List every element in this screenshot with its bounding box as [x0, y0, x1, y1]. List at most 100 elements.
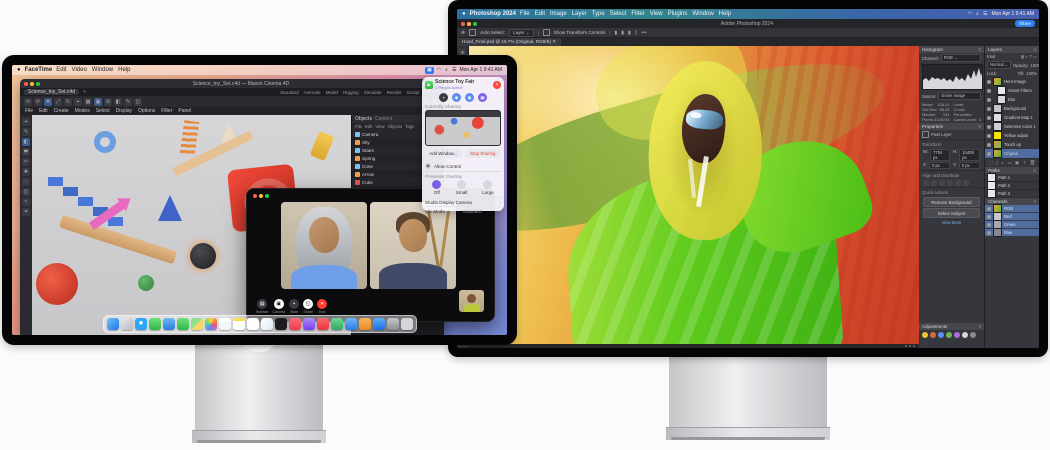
zoom-button[interactable]	[265, 194, 269, 198]
call-action-button[interactable]: ▣	[478, 93, 487, 102]
c4d-menu-item[interactable]: Panel	[178, 108, 191, 114]
layer-row[interactable]: Yellow adjust	[985, 131, 1039, 140]
magnet-tool[interactable]: ◌	[22, 178, 30, 186]
call-subtitle[interactable]: 2 People Active	[435, 85, 474, 90]
volume-icon[interactable]: ◱	[134, 98, 142, 106]
workspace-tab[interactable]: Model	[326, 90, 339, 95]
menu-item[interactable]: Help	[118, 67, 130, 73]
layer-thumbnail[interactable]	[993, 113, 1002, 122]
layer-row[interactable]: Blur	[985, 95, 1039, 104]
workspace-tab[interactable]: Animate	[304, 90, 321, 95]
dock-app-icon[interactable]	[233, 318, 245, 330]
call-control-button[interactable]: ▪	[289, 299, 299, 309]
channel-name[interactable]: RGB	[1004, 206, 1013, 211]
dock-app-icon[interactable]	[121, 318, 133, 330]
align-buttons[interactable]	[919, 179, 984, 187]
layer-row[interactable]: Selective Color 1	[985, 122, 1039, 131]
layer-thumbnail[interactable]	[993, 131, 1002, 140]
objects-menu-item[interactable]: Tags	[405, 124, 414, 129]
overlay-option[interactable]: Large	[482, 180, 494, 195]
axis-icon[interactable]: ⌖	[74, 98, 82, 106]
object-name[interactable]: Cone	[362, 164, 373, 169]
mirror-tool[interactable]: ◫	[22, 188, 30, 196]
blend-mode-dropdown[interactable]: Normal ⌄	[987, 61, 1011, 69]
layer-thumbnail[interactable]	[993, 149, 1002, 158]
spline-icon[interactable]: ✎	[124, 98, 132, 106]
dock-app-icon[interactable]	[373, 318, 385, 330]
screen-sharing-indicator[interactable]: ▣	[425, 67, 434, 74]
minimize-button[interactable]	[30, 82, 34, 86]
layer-row[interactable]: Gradient Map 1	[985, 113, 1039, 122]
menu-item[interactable]: Plugins	[668, 11, 688, 17]
menu-item[interactable]: Image	[550, 11, 567, 17]
channel-dropdown[interactable]: RGB ⌄	[941, 54, 981, 62]
objects-menu-item[interactable]: View	[375, 124, 384, 129]
adjustments-panel-header[interactable]: Adjustments≡	[919, 323, 984, 330]
snap-tool[interactable]: ⌗	[22, 208, 30, 216]
status-icon[interactable]: ◠	[437, 67, 441, 73]
layers-footer-icon[interactable]: 🗑	[1030, 160, 1036, 166]
minimize-button[interactable]	[467, 22, 471, 26]
layer-name[interactable]: Background	[1004, 106, 1026, 111]
layer-visibility-icon[interactable]	[987, 98, 991, 102]
menu-item[interactable]: Select	[610, 11, 627, 17]
layer-row[interactable]: Background	[985, 104, 1039, 113]
call-action-button[interactable]: ▪	[439, 93, 448, 102]
status-icon[interactable]: ☰	[452, 67, 456, 73]
layer-thumbnail[interactable]	[997, 95, 1006, 104]
object-name[interactable]: Sky	[362, 140, 370, 145]
move-tool-icon[interactable]: ✥	[461, 30, 465, 36]
channel-visibility-icon[interactable]	[987, 223, 991, 227]
dock-app-icon[interactable]	[219, 318, 231, 330]
dock-app-icon[interactable]	[401, 318, 413, 330]
status-icon[interactable]: ☰	[983, 11, 987, 17]
layers-panel-header[interactable]: Layers≡	[985, 46, 1039, 53]
close-button[interactable]	[253, 194, 257, 198]
histogram-panel-header[interactable]: Histogram ≡	[919, 46, 984, 53]
layer-visibility-icon[interactable]	[987, 89, 991, 93]
transform-field[interactable]: H:10408 px	[953, 149, 980, 161]
call-control-button[interactable]: ▤	[257, 299, 267, 309]
apple-menu-icon[interactable]: ●	[462, 11, 466, 17]
object-icon[interactable]: ◧	[114, 98, 122, 106]
menu-item[interactable]: Edit	[56, 67, 66, 73]
call-action-button[interactable]: ◆	[452, 93, 461, 102]
align-section-label[interactable]: Align and Distribute	[919, 170, 984, 179]
workspace-tab[interactable]: Sculpt	[407, 90, 420, 95]
render-settings-icon[interactable]: ⚙	[104, 98, 112, 106]
dock-app-icon[interactable]	[317, 318, 329, 330]
layer-thumbnail[interactable]	[993, 122, 1002, 131]
adjustment-icons[interactable]	[919, 330, 984, 348]
redo-icon[interactable]: ⟳	[34, 98, 42, 106]
channel-name[interactable]: Green	[1004, 222, 1016, 227]
status-icon[interactable]: ⌕	[976, 11, 979, 17]
zoom-button[interactable]	[473, 22, 477, 26]
model-tool[interactable]: ◧	[22, 138, 30, 146]
kind-filter[interactable]: Kind	[987, 54, 995, 59]
call-control-button[interactable]: ✕	[317, 299, 327, 309]
layer-visibility-icon[interactable]	[987, 152, 991, 156]
move-tool-icon[interactable]: ✥	[44, 98, 52, 106]
document-tab[interactable]: Hood_Final.psd @ 16.7% (Original, RGB/8)…	[457, 38, 561, 46]
render-icon[interactable]: ▣	[94, 98, 102, 106]
channel-visibility-icon[interactable]	[987, 231, 991, 235]
workspace-tab[interactable]: Simulate	[364, 90, 382, 95]
layer-name[interactable]: Original	[1004, 151, 1018, 156]
align-left-icon[interactable]: ▮	[614, 30, 617, 36]
panel-menu-icon[interactable]: ≡	[978, 46, 981, 53]
close-button[interactable]	[24, 82, 28, 86]
dock-app-icon[interactable]	[261, 318, 273, 330]
scale-tool-icon[interactable]: ⤢	[54, 98, 62, 106]
c4d-menu-item[interactable]: File	[25, 108, 33, 114]
menu-item[interactable]: Window	[92, 67, 113, 73]
dock-app-icon[interactable]	[359, 318, 371, 330]
properties-panel-header[interactable]: Properties≡	[919, 123, 984, 130]
layers-footer-icon[interactable]: ＋	[1022, 160, 1026, 166]
dock-app-icon[interactable]	[149, 318, 161, 330]
layer-name[interactable]: Yellow adjust	[1004, 133, 1028, 138]
layer-visibility-icon[interactable]	[987, 143, 991, 147]
layers-footer-icon[interactable]: ƒ	[996, 160, 998, 166]
quick-action-button[interactable]: Select Subject	[923, 208, 980, 218]
dock-app-icon[interactable]	[205, 318, 217, 330]
status-icon[interactable]: ⌕	[445, 67, 448, 73]
